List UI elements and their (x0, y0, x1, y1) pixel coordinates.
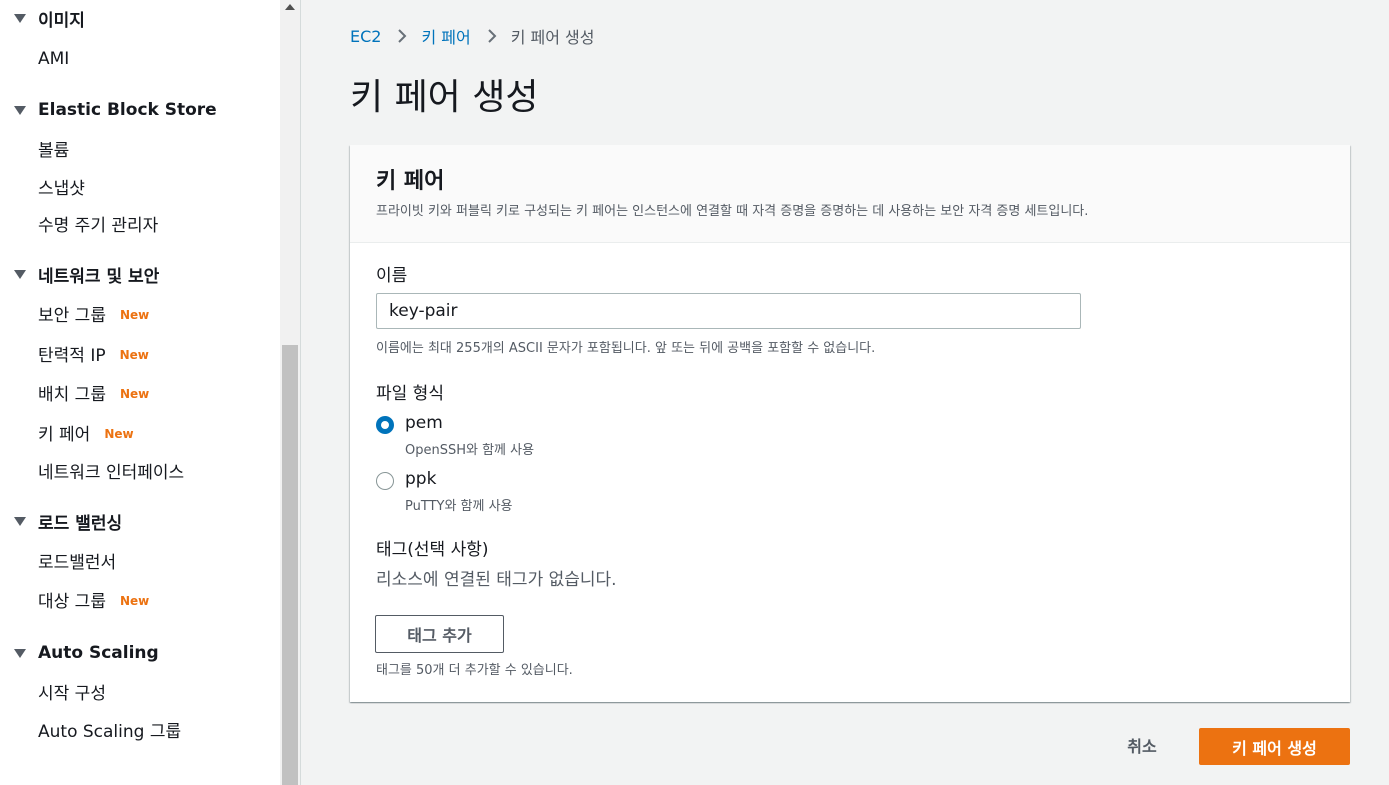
sidebar-item-snapshots[interactable]: 스냅샷 (38, 174, 85, 199)
caret-down-icon (14, 269, 26, 279)
sidebar-item-label: AMI (38, 49, 70, 69)
sidebar-item-auto-scaling-groups[interactable]: Auto Scaling 그룹 (38, 717, 182, 742)
sidebar-item-ami[interactable]: AMI (38, 47, 69, 71)
sidebar-item-label: 네트워크 인터페이스 (38, 462, 185, 483)
caret-down-icon (14, 516, 26, 526)
sidebar-item-security-groups[interactable]: 보안 그룹 New (38, 301, 150, 326)
sidebar-section-label: 네트워크 및 보안 (38, 266, 160, 287)
sidebar-item-label: 시작 구성 (38, 683, 106, 704)
breadcrumb-link-key-pairs[interactable]: 키 페어 (421, 24, 470, 48)
caret-down-icon (14, 13, 26, 23)
new-badge: New (119, 308, 150, 322)
panel-description: 프라이빗 키와 퍼블릭 키로 구성되는 키 페어는 인스턴스에 연결할 때 자격… (376, 204, 1089, 219)
sidebar-item-volumes[interactable]: 볼륨 (38, 136, 70, 161)
tags-label: 태그(선택 사항) (376, 540, 489, 560)
add-tag-button[interactable]: 태그 추가 (375, 615, 504, 653)
sidebar-item-lifecycle-manager[interactable]: 수명 주기 관리자 (38, 211, 159, 236)
sidebar-item-launch-configurations[interactable]: 시작 구성 (38, 679, 106, 704)
sidebar-divider (300, 0, 301, 785)
radio-pem[interactable] (376, 416, 394, 434)
caret-down-icon (14, 648, 26, 658)
sidebar-item-label: 대상 그룹 (38, 591, 106, 612)
new-badge: New (104, 427, 134, 441)
sidebar-item-target-groups[interactable]: 대상 그룹 New (38, 587, 150, 612)
radio-ppk[interactable] (376, 472, 394, 490)
sidebar-item-label: 탄력적 IP (38, 345, 106, 366)
name-hint: 이름에는 최대 255개의 ASCII 문자가 포함됩니다. 앞 또는 뒤에 공… (376, 341, 876, 356)
radio-pem-label[interactable]: pem (405, 413, 443, 433)
sidebar-item-elastic-ips[interactable]: 탄력적 IP New (38, 341, 149, 366)
radio-ppk-label[interactable]: ppk (405, 469, 436, 489)
sidebar-item-label: 보안 그룹 (38, 305, 106, 326)
sidebar-section-images[interactable]: 이미지 (14, 6, 85, 31)
sidebar-section-auto-scaling[interactable]: Auto Scaling (14, 641, 159, 665)
sidebar-item-placement-groups[interactable]: 배치 그룹 New (38, 380, 150, 405)
panel-title: 키 페어 (376, 169, 445, 194)
tags-empty-text: 리소스에 연결된 태그가 없습니다. (376, 570, 617, 590)
breadcrumb-link-ec2[interactable]: EC2 (350, 27, 381, 46)
scroll-up-arrow-icon[interactable] (285, 4, 295, 10)
sidebar-section-label: 이미지 (38, 10, 85, 31)
sidebar-item-label: 수명 주기 관리자 (38, 215, 159, 236)
name-input[interactable] (376, 293, 1081, 329)
tags-hint: 태그를 50개 더 추가할 수 있습니다. (376, 663, 573, 678)
sidebar-item-label: Auto Scaling 그룹 (38, 721, 182, 742)
scrollbar-thumb[interactable] (282, 345, 298, 785)
create-key-pair-button[interactable]: 키 페어 생성 (1199, 728, 1350, 765)
sidebar-item-label: 키 페어 (38, 424, 91, 445)
sidebar-section-ebs[interactable]: Elastic Block Store (14, 98, 217, 122)
sidebar-item-label: 로드밸런서 (38, 552, 117, 573)
chevron-right-icon (397, 28, 407, 44)
radio-ppk-description: PuTTY와 함께 사용 (405, 499, 513, 514)
radio-pem-description: OpenSSH와 함께 사용 (405, 443, 535, 458)
cancel-button[interactable]: 취소 (1110, 730, 1174, 760)
new-badge: New (119, 348, 149, 362)
chevron-right-icon (487, 28, 497, 44)
sidebar-item-key-pairs[interactable]: 키 페어 New (38, 420, 134, 445)
sidebar-item-label: 볼륨 (38, 140, 70, 161)
sidebar-item-network-interfaces[interactable]: 네트워크 인터페이스 (38, 458, 185, 483)
sidebar-item-label: 배치 그룹 (38, 384, 106, 405)
sidebar-item-load-balancers[interactable]: 로드밸런서 (38, 548, 117, 573)
sidebar-scrollbar[interactable] (280, 0, 300, 785)
page-title: 키 페어 생성 (350, 77, 539, 118)
name-label: 이름 (376, 266, 408, 286)
breadcrumb: EC2 키 페어 키 페어 생성 (350, 24, 595, 48)
caret-down-icon (14, 105, 26, 115)
breadcrumb-current: 키 페어 생성 (510, 28, 595, 47)
new-badge: New (119, 594, 150, 608)
sidebar-section-network-security[interactable]: 네트워크 및 보안 (14, 262, 160, 287)
sidebar-navigation: 이미지 AMI Elastic Block Store 볼륨 스냅샷 수명 주기… (0, 0, 280, 785)
new-badge: New (119, 387, 150, 401)
file-format-label: 파일 형식 (376, 384, 444, 404)
sidebar-section-label: Elastic Block Store (38, 100, 217, 120)
sidebar-item-label: 스냅샷 (38, 178, 85, 199)
key-pair-panel: 키 페어 프라이빗 키와 퍼블릭 키로 구성되는 키 페어는 인스턴스에 연결할… (350, 145, 1350, 702)
panel-header: 키 페어 프라이빗 키와 퍼블릭 키로 구성되는 키 페어는 인스턴스에 연결할… (350, 145, 1350, 243)
sidebar-section-label: 로드 밸런싱 (38, 513, 123, 534)
sidebar-section-load-balancing[interactable]: 로드 밸런싱 (14, 509, 123, 534)
sidebar-section-label: Auto Scaling (38, 643, 159, 663)
